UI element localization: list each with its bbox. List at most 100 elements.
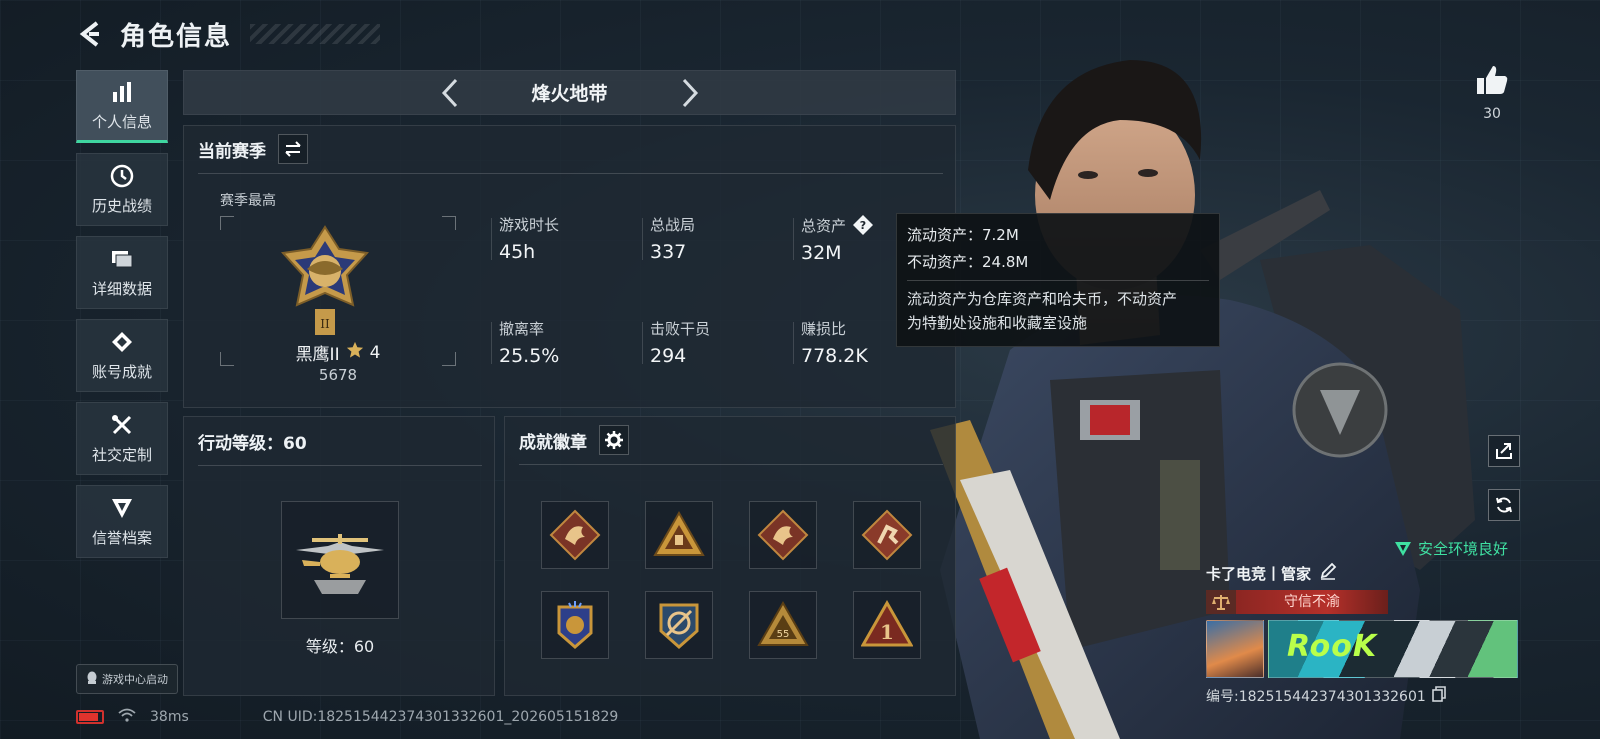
mode-selector: 烽火地带 [183,70,956,115]
folder-icon [109,246,135,272]
player-id: 编号:1825154423743013326​01 [1206,689,1426,705]
safe-shield-icon [1395,541,1411,556]
achievements-title: 成就徽章 [519,432,587,453]
medal-slot[interactable] [645,591,713,659]
title-decoration [250,24,381,44]
svg-text:II: II [320,317,330,331]
back-arrow-icon[interactable] [76,19,106,49]
achievements-panel: 成就徽章 55 1 [504,416,956,696]
medal-slot[interactable] [645,501,713,569]
rank-1-medal-icon: 1 [861,599,913,647]
like-button[interactable]: 30 [1472,64,1512,122]
dragon-medal-icon [757,509,809,561]
security-status-text: 安全环境良好 [1418,540,1509,558]
sidebar-item-label: 历史战绩 [91,197,152,215]
svg-text:55: 55 [777,629,790,640]
player-motto: 守信不渝 [1236,590,1388,614]
mode-next-button[interactable] [670,73,710,113]
banner-text: RooK [1287,629,1378,664]
clock-icon [109,163,135,189]
rank-line: 黑鹰II 4 [220,340,456,365]
season-title: 当前赛季 [198,141,266,162]
sidebar: 个人信息 历史战绩 详细数据 账号成就 社交定制 信誉档案 [76,70,168,568]
medal-grid: 55 1 [541,501,921,659]
stat-value: 25.5% [499,345,560,367]
security-status: 安全环境良好 [1394,538,1508,559]
qq-icon [86,671,98,688]
wifi-icon [118,708,136,726]
player-name: 卡了电竞丨管家 [1206,564,1312,583]
rank-score: 5678 [318,366,358,384]
runner-medal-icon [861,509,913,561]
star-icon [346,341,364,364]
level-badge[interactable] [281,501,399,619]
game-center-button[interactable]: 游戏中心启动 [76,664,178,694]
rank-stars: 4 [369,342,381,363]
stat-kills: 击败干员 294 [642,318,790,367]
medal-icon [109,329,135,355]
edit-icon[interactable] [1319,562,1337,584]
medal-slot[interactable] [853,501,921,569]
chevron-left-icon [441,78,457,107]
sidebar-item-label: 详细数据 [91,280,152,298]
helicopter-badge-icon [296,534,384,594]
sidebar-item-label: 个人信息 [91,113,152,131]
rank-name: 黑鹰II [295,345,340,365]
assets-tooltip: 流动资产：7.2M 不动资产：24.8M 流动资产为仓库资产和哈夫币，不动资产 … [896,213,1220,347]
season-best-label: 赛季最高 [220,193,276,209]
rank-badge-icon: II [277,223,373,341]
ping: 38ms [150,709,189,725]
medal-slot[interactable]: 55 [749,591,817,659]
sidebar-item-details[interactable]: 详细数据 [76,236,168,309]
medal-slot[interactable] [749,501,817,569]
stat-playtime: 游戏时长 45h [491,214,639,263]
stat-value: 337 [650,241,687,263]
battery-icon [76,710,104,724]
sidebar-item-achievements[interactable]: 账号成就 [76,319,168,392]
action-level-title: 行动等级：60 [198,434,307,454]
shield-icon [109,495,135,521]
sidebar-item-social[interactable]: 社交定制 [76,402,168,475]
copy-icon[interactable] [1431,686,1446,706]
share-icon [1496,443,1512,459]
sidebar-item-label: 账号成就 [91,363,152,381]
stat-label: 撤离率 [499,320,545,338]
stat-value: 294 [650,345,687,367]
avatar[interactable] [1206,620,1264,678]
player-card: 卡了电竞丨管家 守信不渝 RooK 编号:1825154423743013326… [1206,562,1520,706]
bar-chart-icon [109,79,135,105]
medal-slot[interactable] [541,501,609,569]
refresh-button[interactable] [1488,489,1520,521]
scale-icon [1206,590,1236,614]
tooltip-liquid-assets: 流动资产：7.2M [907,226,1019,244]
thumbs-up-icon [1477,66,1508,94]
dragon-medal-icon [549,509,601,561]
share-button[interactable] [1488,435,1520,467]
divider [519,464,943,465]
switch-season-button[interactable] [278,134,308,164]
svg-text:?: ? [860,219,866,232]
medal-slot[interactable] [541,591,609,659]
stat-total-matches: 总战局 337 [642,214,790,263]
stat-label: 总战局 [650,216,696,234]
stat-label: 总资产 [801,216,847,235]
divider [907,280,1209,281]
sidebar-item-history[interactable]: 历史战绩 [76,153,168,226]
stat-value: 45h [499,241,536,263]
help-icon[interactable]: ? [852,214,874,236]
sidebar-item-personal-info[interactable]: 个人信息 [76,70,168,143]
sidebar-item-reputation[interactable]: 信誉档案 [76,485,168,558]
crosshair-medal-icon [659,603,699,650]
refresh-icon [1496,497,1512,513]
sidebar-item-label: 信誉档案 [91,529,152,547]
medal-slot[interactable]: 1 [853,591,921,659]
tooltip-note-line-2: 为特勤处设施和收藏室设施 [907,314,1088,332]
mode-prev-button[interactable] [430,73,470,113]
wings-medal-icon [557,601,593,649]
achievements-settings-button[interactable] [599,425,629,455]
gear-icon [605,431,623,449]
pyramid-medal-icon [653,510,705,556]
stat-value: 778.2K [801,345,868,367]
stat-extraction-rate: 撤离率 25.5% [491,318,639,367]
svg-text:1: 1 [880,620,894,644]
